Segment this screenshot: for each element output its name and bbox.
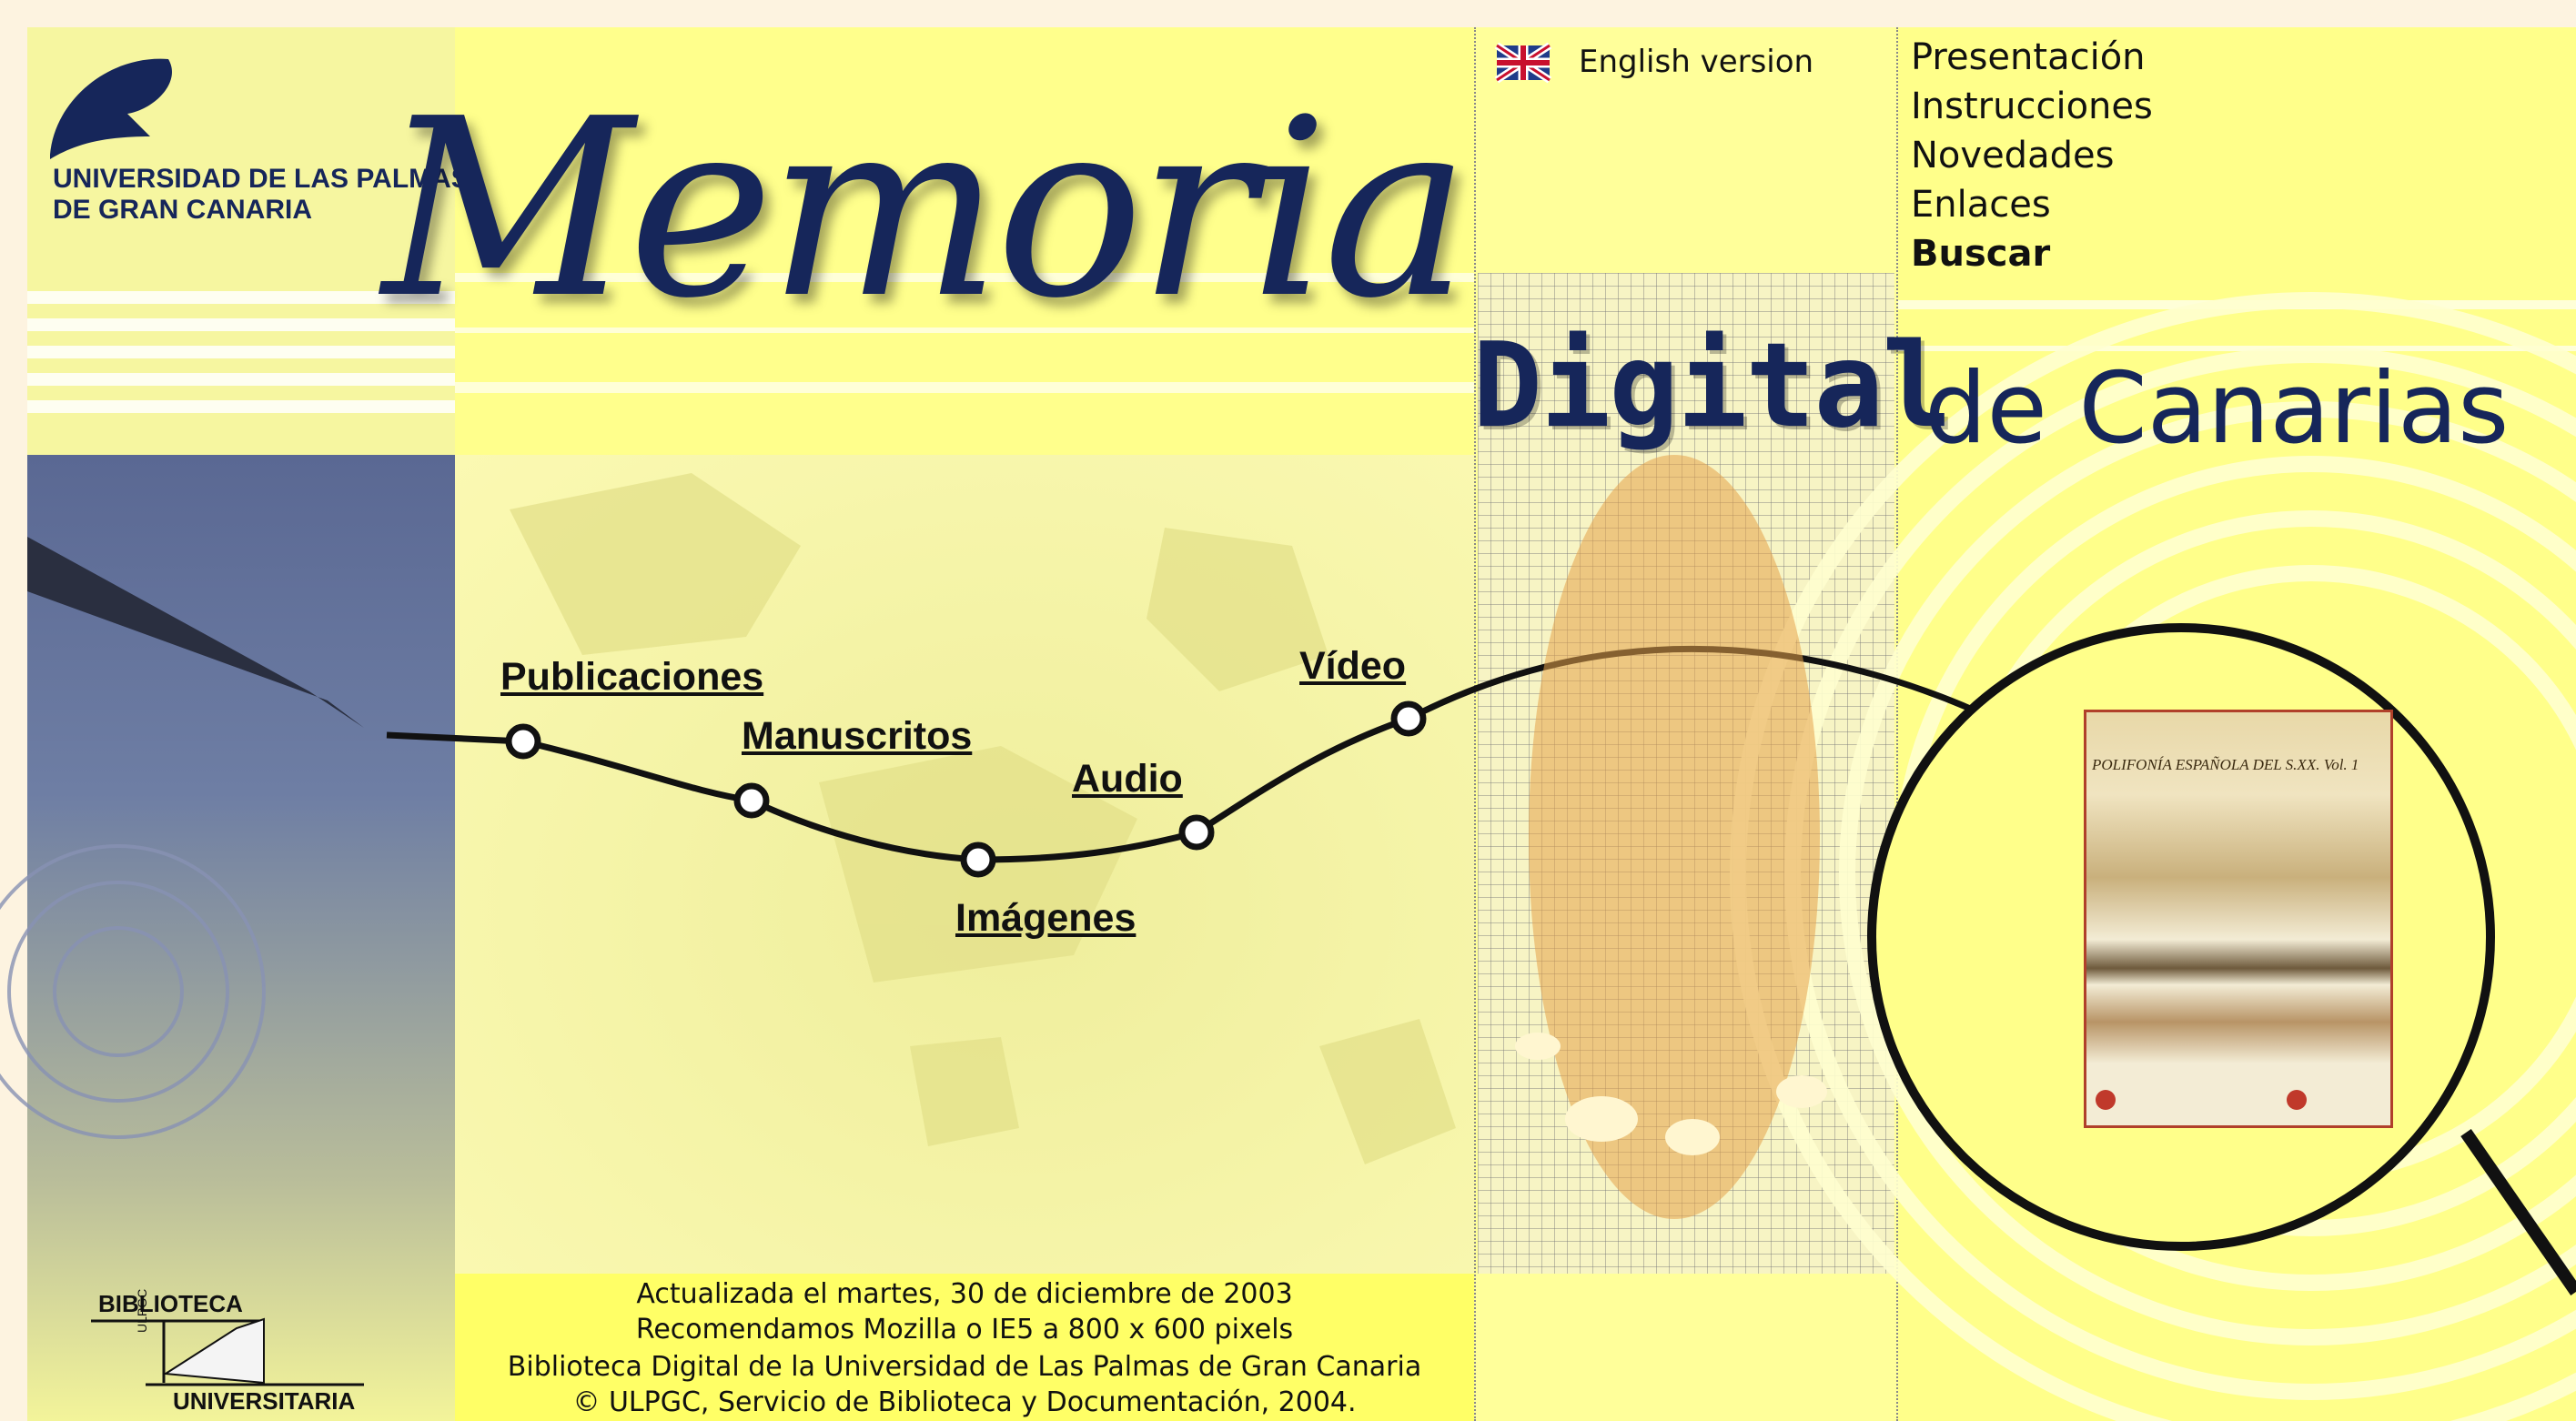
english-version-link[interactable]: English version [1579,44,1813,80]
timeline-link-manuscritos[interactable]: Manuscritos [742,714,972,759]
page: POLIFONÍA ESPAÑOLA DEL S.XX. Vol. 1 UNIV… [0,0,2576,1421]
uk-flag-icon [1494,42,1552,84]
timeline-link-imagenes[interactable]: Imágenes [955,896,1136,941]
library-logo-bottom: UNIVERSITARIA [173,1387,356,1415]
menu-novedades[interactable]: Novedades [1911,135,2114,176]
menu-presentacion[interactable]: Presentación [1911,36,2146,78]
footer-recommendation: Recomendamos Mozilla o IE5 a 800 x 600 p… [635,1314,1294,1345]
timeline-node-publicaciones [505,723,541,760]
timeline-link-publicaciones[interactable]: Publicaciones [500,655,763,700]
timeline-link-audio[interactable]: Audio [1072,757,1183,801]
menu-buscar[interactable]: Buscar [1911,233,2050,275]
title-memoria: Memoria [382,66,1470,352]
cover-stamp-right [2287,1090,2307,1110]
timeline-link-video[interactable]: Vídeo [1299,644,1406,689]
timeline-node-manuscritos [733,782,770,819]
menu-enlaces[interactable]: Enlaces [1911,184,2051,226]
timeline-node-imagenes [960,842,996,878]
library-logo-top: BIBLIOTECA [98,1290,243,1317]
library-logo-side: ULPGC [135,1288,149,1333]
title-de-canarias: de Canarias [1924,352,2510,466]
library-logo-mark [91,1317,364,1386]
timeline-node-audio [1178,814,1215,851]
footer-library-name: Biblioteca Digital de la Universidad de … [507,1351,1422,1383]
timeline-node-video [1390,700,1427,737]
footer-copyright: © ULPGC, Servicio de Biblioteca y Docume… [572,1386,1357,1418]
title-digital: Digital [1472,318,1952,454]
menu-instrucciones[interactable]: Instrucciones [1911,86,2153,127]
footer-updated: Actualizada el martes, 30 de diciembre d… [636,1278,1293,1310]
map-shapes [510,473,1456,1164]
pen-illustration [27,537,382,728]
ulpgc-logo-mark [50,58,172,159]
cover-image[interactable]: POLIFONÍA ESPAÑOLA DEL S.XX. Vol. 1 [2084,710,2393,1128]
cover-title: POLIFONÍA ESPAÑOLA DEL S.XX. Vol. 1 [2092,756,2359,773]
cover-stamp-left [2096,1090,2116,1110]
seal-watermark [0,844,266,1139]
